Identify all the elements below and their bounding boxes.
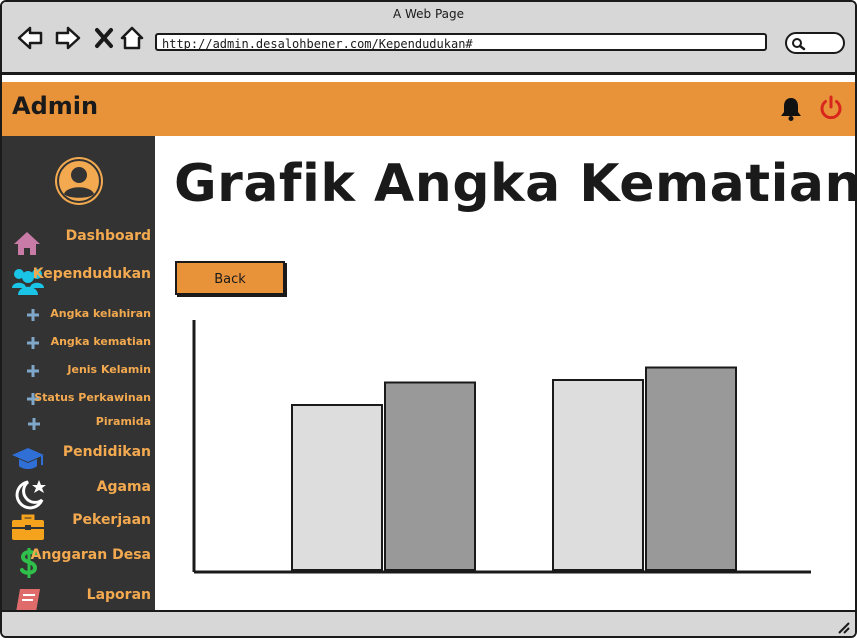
sidebar-item-label: Laporan [86, 587, 151, 603]
sidebar-item-dashboard[interactable]: Dashboard [2, 226, 155, 256]
sidebar-item-label: Dashboard [65, 228, 151, 244]
resize-grip-icon[interactable] [837, 621, 851, 635]
sidebar-item-angka-kelahiran[interactable]: Angka kelahiran [2, 306, 155, 326]
sidebar-item-jenis-kelamin[interactable]: Jenis Kelamin [2, 362, 155, 382]
page-title: Grafik Angka Kematian [174, 154, 857, 214]
graduation-cap-icon [12, 448, 44, 469]
bell-icon[interactable] [778, 96, 804, 122]
sidebar-item-pekerjaan[interactable]: Pekerjaan [2, 510, 155, 542]
bar-chart [192, 320, 811, 574]
sidebar-item-label: Kependudukan [32, 266, 151, 282]
status-bar [2, 610, 855, 636]
bar-g1-s2 [384, 381, 476, 571]
power-icon[interactable] [818, 95, 844, 121]
sidebar: Dashboard Kependudukan Angka kelahiran A… [2, 136, 155, 620]
app-header: Admin [2, 82, 855, 136]
home-nav-icon[interactable] [119, 24, 147, 52]
plus-icon [27, 309, 39, 321]
search-field[interactable] [785, 32, 845, 54]
sidebar-item-agama[interactable]: Agama [2, 476, 155, 510]
forward-arrow-icon[interactable] [54, 24, 82, 52]
sidebar-item-label: Agama [96, 479, 151, 495]
sidebar-item-label: Piramida [95, 415, 151, 428]
moon-star-icon [15, 480, 46, 510]
sidebar-item-label: Angka kematian [50, 335, 151, 348]
sidebar-item-status-perkawinan[interactable]: Status Perkawinan [2, 390, 155, 410]
search-icon [792, 38, 806, 51]
home-icon [14, 232, 40, 255]
bar-g2-s2 [645, 366, 737, 571]
sidebar-item-label: Pendidikan [62, 444, 151, 460]
sidebar-item-pendidikan[interactable]: Pendidikan [2, 442, 155, 472]
address-bar[interactable]: http://admin.desalohbener.com/Kependuduk… [155, 33, 767, 51]
plus-icon [27, 337, 39, 349]
avatar[interactable] [54, 156, 104, 206]
close-icon[interactable] [91, 24, 119, 52]
browser-chrome: A Web Page http://admin.desalohbener.com… [2, 2, 855, 75]
plus-icon [28, 418, 40, 430]
sidebar-item-label: Jenis Kelamin [67, 363, 151, 376]
window-title: A Web Page [392, 7, 465, 21]
plus-icon [27, 365, 39, 377]
brand-title: Admin [12, 92, 99, 120]
back-arrow-icon[interactable] [16, 24, 44, 52]
sidebar-item-angka-kematian[interactable]: Angka kematian [2, 334, 155, 354]
sidebar-item-label: Angka kelahiran [50, 307, 151, 320]
bar-g2-s1 [552, 379, 644, 571]
briefcase-icon [12, 514, 44, 540]
sidebar-item-piramida[interactable]: Piramida [2, 414, 155, 434]
sidebar-item-label: Anggaran Desa [30, 547, 151, 563]
sidebar-item-kependudukan[interactable]: Kependudukan [2, 264, 155, 296]
sidebar-item-label: Status Perkawinan [34, 391, 151, 404]
sidebar-item-label: Pekerjaan [72, 512, 151, 528]
back-button[interactable]: Back [175, 261, 285, 295]
bar-g1-s1 [291, 404, 383, 571]
sidebar-item-anggaran-desa[interactable]: Anggaran Desa [2, 544, 155, 580]
browser-window: A Web Page http://admin.desalohbener.com… [0, 0, 857, 638]
